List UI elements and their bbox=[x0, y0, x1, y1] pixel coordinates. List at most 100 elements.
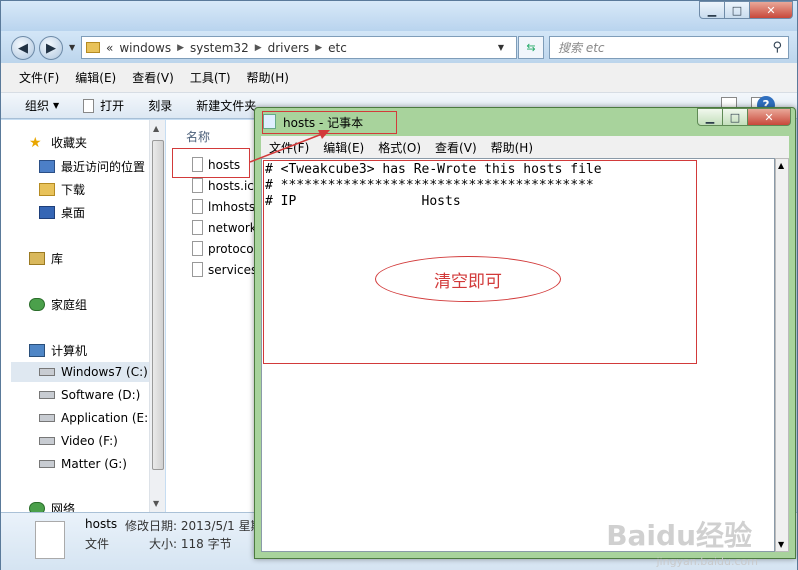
notepad-menu-file[interactable]: 文件(F) bbox=[269, 139, 309, 156]
file-item[interactable]: lmhosts. bbox=[192, 199, 259, 214]
details-modified: 修改日期: 2013/5/1 星期 bbox=[125, 519, 263, 533]
history-dropdown-icon[interactable]: ▼ bbox=[69, 43, 75, 52]
nav-desktop-label: 桌面 bbox=[61, 206, 86, 220]
nav-drive-d[interactable]: Software (D:) bbox=[39, 388, 140, 402]
notepad-menu-edit[interactable]: 编辑(E) bbox=[323, 139, 364, 156]
menu-edit[interactable]: 编辑(E) bbox=[75, 69, 116, 86]
file-item[interactable]: network bbox=[192, 220, 257, 235]
address-part-system32[interactable]: system32 bbox=[190, 41, 249, 55]
notepad-menu-format[interactable]: 格式(O) bbox=[378, 139, 421, 156]
nav-favorites[interactable]: ★ 收藏夹 bbox=[29, 134, 87, 151]
search-icon[interactable]: ⚲ bbox=[772, 40, 782, 55]
nav-homegroup[interactable]: 家庭组 bbox=[29, 296, 87, 313]
search-input[interactable]: 搜索 etc ⚲ bbox=[549, 36, 789, 59]
star-icon: ★ bbox=[29, 134, 42, 151]
nav-computer-label: 计算机 bbox=[51, 344, 88, 358]
file-item[interactable]: protoco bbox=[192, 241, 254, 256]
back-button[interactable]: ◀ bbox=[11, 36, 35, 60]
scroll-down-icon[interactable]: ▼ bbox=[778, 540, 784, 549]
nav-desktop[interactable]: 桌面 bbox=[39, 204, 85, 221]
details-type: 文件 bbox=[85, 537, 110, 551]
file-preview-icon bbox=[35, 521, 65, 559]
open-button[interactable]: 打开 bbox=[83, 97, 124, 114]
nav-drive-e[interactable]: Application (E:) bbox=[39, 411, 153, 425]
file-item[interactable]: hosts.ics bbox=[192, 178, 260, 193]
notepad-maximize-button[interactable]: □ bbox=[722, 108, 748, 126]
menu-file[interactable]: 文件(F) bbox=[19, 69, 59, 86]
nav-drive-g[interactable]: Matter (G:) bbox=[39, 457, 127, 471]
address-part-drivers[interactable]: drivers bbox=[268, 41, 310, 55]
nav-drive-c[interactable]: Windows7 (C:) bbox=[11, 362, 149, 382]
search-placeholder: 搜索 etc bbox=[558, 41, 605, 55]
homegroup-icon bbox=[29, 298, 45, 311]
scroll-up-icon[interactable]: ▲ bbox=[778, 161, 784, 170]
nav-downloads-label: 下载 bbox=[61, 183, 86, 197]
forward-button[interactable]: ▶ bbox=[39, 36, 63, 60]
nav-homegroup-label: 家庭组 bbox=[51, 298, 88, 312]
file-icon bbox=[192, 220, 203, 235]
drive-icon bbox=[39, 368, 55, 376]
address-dropdown-icon[interactable]: ▼ bbox=[498, 43, 504, 52]
nav-computer[interactable]: 计算机 bbox=[29, 342, 87, 359]
menu-help[interactable]: 帮助(H) bbox=[247, 69, 289, 86]
refresh-icon: ⇆ bbox=[526, 41, 536, 54]
address-separator-icon[interactable]: ▶ bbox=[315, 43, 322, 53]
details-file-name: hosts bbox=[85, 517, 118, 531]
scroll-down-icon[interactable]: ▼ bbox=[153, 499, 159, 508]
navigation-scrollbar[interactable]: ▲ ▼ bbox=[149, 120, 165, 512]
drive-icon bbox=[39, 391, 55, 399]
back-arrow-icon: ◀ bbox=[18, 40, 28, 56]
highlight-box-notepad-title bbox=[262, 111, 397, 134]
scroll-up-icon[interactable]: ▲ bbox=[153, 124, 159, 133]
organize-button[interactable]: 组织 ▼ bbox=[25, 97, 59, 114]
nav-favorites-label: 收藏夹 bbox=[51, 136, 88, 150]
file-name: services bbox=[208, 262, 258, 277]
drive-icon bbox=[39, 437, 55, 445]
details-size: 大小: 118 字节 bbox=[149, 537, 232, 551]
new-folder-button[interactable]: 新建文件夹 bbox=[196, 97, 256, 114]
open-label: 打开 bbox=[100, 99, 125, 113]
file-name: lmhosts. bbox=[208, 199, 259, 214]
nav-libraries[interactable]: 库 bbox=[29, 250, 63, 267]
notepad-menu-help[interactable]: 帮助(H) bbox=[491, 139, 533, 156]
notepad-scrollbar[interactable]: ▲ ▼ bbox=[775, 158, 789, 552]
file-name: protoco bbox=[208, 241, 254, 256]
annotation-note: 清空即可 bbox=[434, 271, 502, 292]
file-list: 名称 hosts hosts.ics lmhosts. network prot… bbox=[166, 120, 260, 512]
drive-icon bbox=[39, 414, 55, 422]
address-bar[interactable]: « windows ▶ system32 ▶ drivers ▶ etc ▼ bbox=[81, 36, 517, 59]
nav-drive-f[interactable]: Video (F:) bbox=[39, 434, 118, 448]
notepad-window-controls: ▁ □ ✕ bbox=[697, 108, 791, 126]
explorer-menubar: 文件(F) 编辑(E) 查看(V) 工具(T) 帮助(H) bbox=[1, 63, 797, 93]
address-part-windows[interactable]: windows bbox=[119, 41, 171, 55]
computer-icon bbox=[29, 344, 45, 357]
menu-tools[interactable]: 工具(T) bbox=[190, 69, 231, 86]
nav-recent-label: 最近访问的位置 bbox=[61, 160, 146, 174]
notepad-close-button[interactable]: ✕ bbox=[747, 108, 791, 126]
watermark-url: jingyan.baidu.com bbox=[656, 555, 758, 568]
file-icon bbox=[192, 178, 203, 193]
menu-view[interactable]: 查看(V) bbox=[132, 69, 174, 86]
forward-arrow-icon: ▶ bbox=[46, 40, 56, 56]
file-item[interactable]: services bbox=[192, 262, 257, 277]
minimize-button[interactable]: ▁ bbox=[699, 1, 725, 19]
file-icon bbox=[192, 241, 203, 256]
address-chevron[interactable]: « bbox=[106, 41, 113, 55]
scroll-thumb[interactable] bbox=[152, 140, 164, 470]
maximize-button[interactable]: □ bbox=[724, 1, 750, 19]
watermark-brand: Baidu经验 bbox=[606, 519, 752, 552]
notepad-menubar: 文件(F) 编辑(E) 格式(O) 查看(V) 帮助(H) bbox=[261, 136, 789, 158]
notepad-minimize-button[interactable]: ▁ bbox=[697, 108, 723, 126]
file-icon bbox=[192, 262, 203, 277]
refresh-button[interactable]: ⇆ bbox=[518, 36, 544, 59]
address-separator-icon[interactable]: ▶ bbox=[177, 43, 184, 53]
address-separator-icon[interactable]: ▶ bbox=[255, 43, 262, 53]
address-part-etc[interactable]: etc bbox=[328, 41, 347, 55]
nav-downloads[interactable]: 下载 bbox=[39, 181, 85, 198]
notepad-menu-view[interactable]: 查看(V) bbox=[435, 139, 477, 156]
close-button[interactable]: ✕ bbox=[749, 1, 793, 19]
column-header-name[interactable]: 名称 bbox=[186, 128, 210, 145]
nav-recent-places[interactable]: 最近访问的位置 bbox=[39, 158, 145, 175]
nav-drive-c-label: Windows7 (C:) bbox=[61, 365, 148, 379]
burn-button[interactable]: 刻录 bbox=[148, 97, 172, 114]
